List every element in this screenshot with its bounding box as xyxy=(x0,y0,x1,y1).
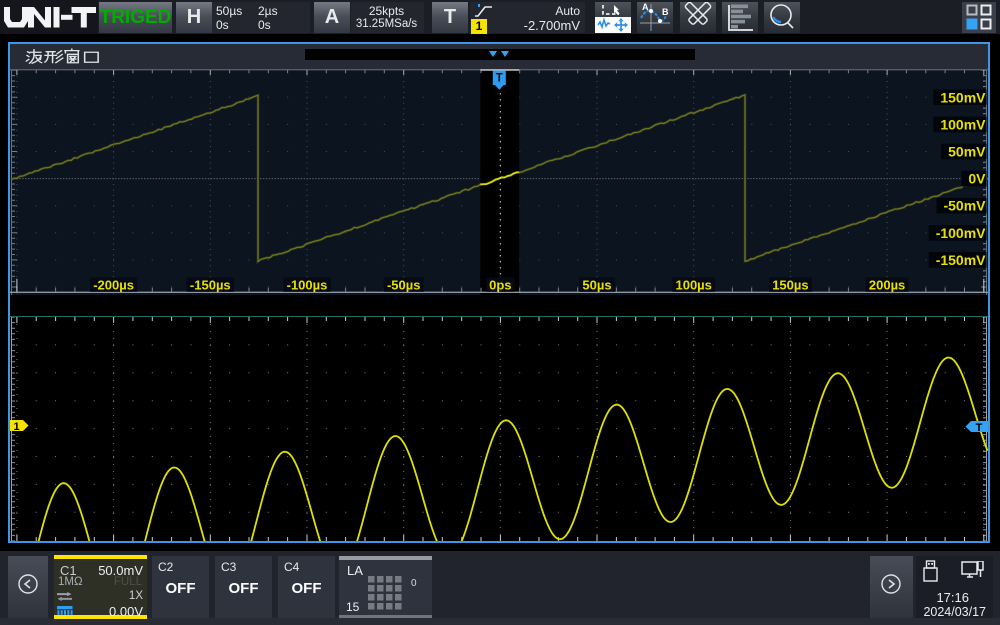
svg-text:-50mV: -50mV xyxy=(943,198,986,214)
svg-text:-150µs: -150µs xyxy=(190,278,231,293)
svg-text:0V: 0V xyxy=(968,171,986,187)
svg-text:T: T xyxy=(496,73,503,85)
svg-text:100µs: 100µs xyxy=(675,278,711,293)
svg-text:200µs: 200µs xyxy=(869,278,905,293)
svg-text:A: A xyxy=(642,2,649,12)
svg-text:-100mV: -100mV xyxy=(936,225,986,241)
svg-text:150mV: 150mV xyxy=(940,89,986,105)
svg-text:100mV: 100mV xyxy=(940,116,986,132)
svg-text:B: B xyxy=(662,7,669,17)
svg-text:-100µs: -100µs xyxy=(287,278,328,293)
svg-text:50mV: 50mV xyxy=(948,144,986,160)
svg-text:1: 1 xyxy=(13,421,19,433)
svg-text:0ps: 0ps xyxy=(489,278,511,293)
svg-text:150µs: 150µs xyxy=(772,278,808,293)
svg-text:-200µs: -200µs xyxy=(93,278,134,293)
svg-text:-150mV: -150mV xyxy=(936,252,986,268)
svg-text:-50µs: -50µs xyxy=(387,278,421,293)
svg-text:T: T xyxy=(976,422,983,434)
svg-text:50µs: 50µs xyxy=(582,278,611,293)
